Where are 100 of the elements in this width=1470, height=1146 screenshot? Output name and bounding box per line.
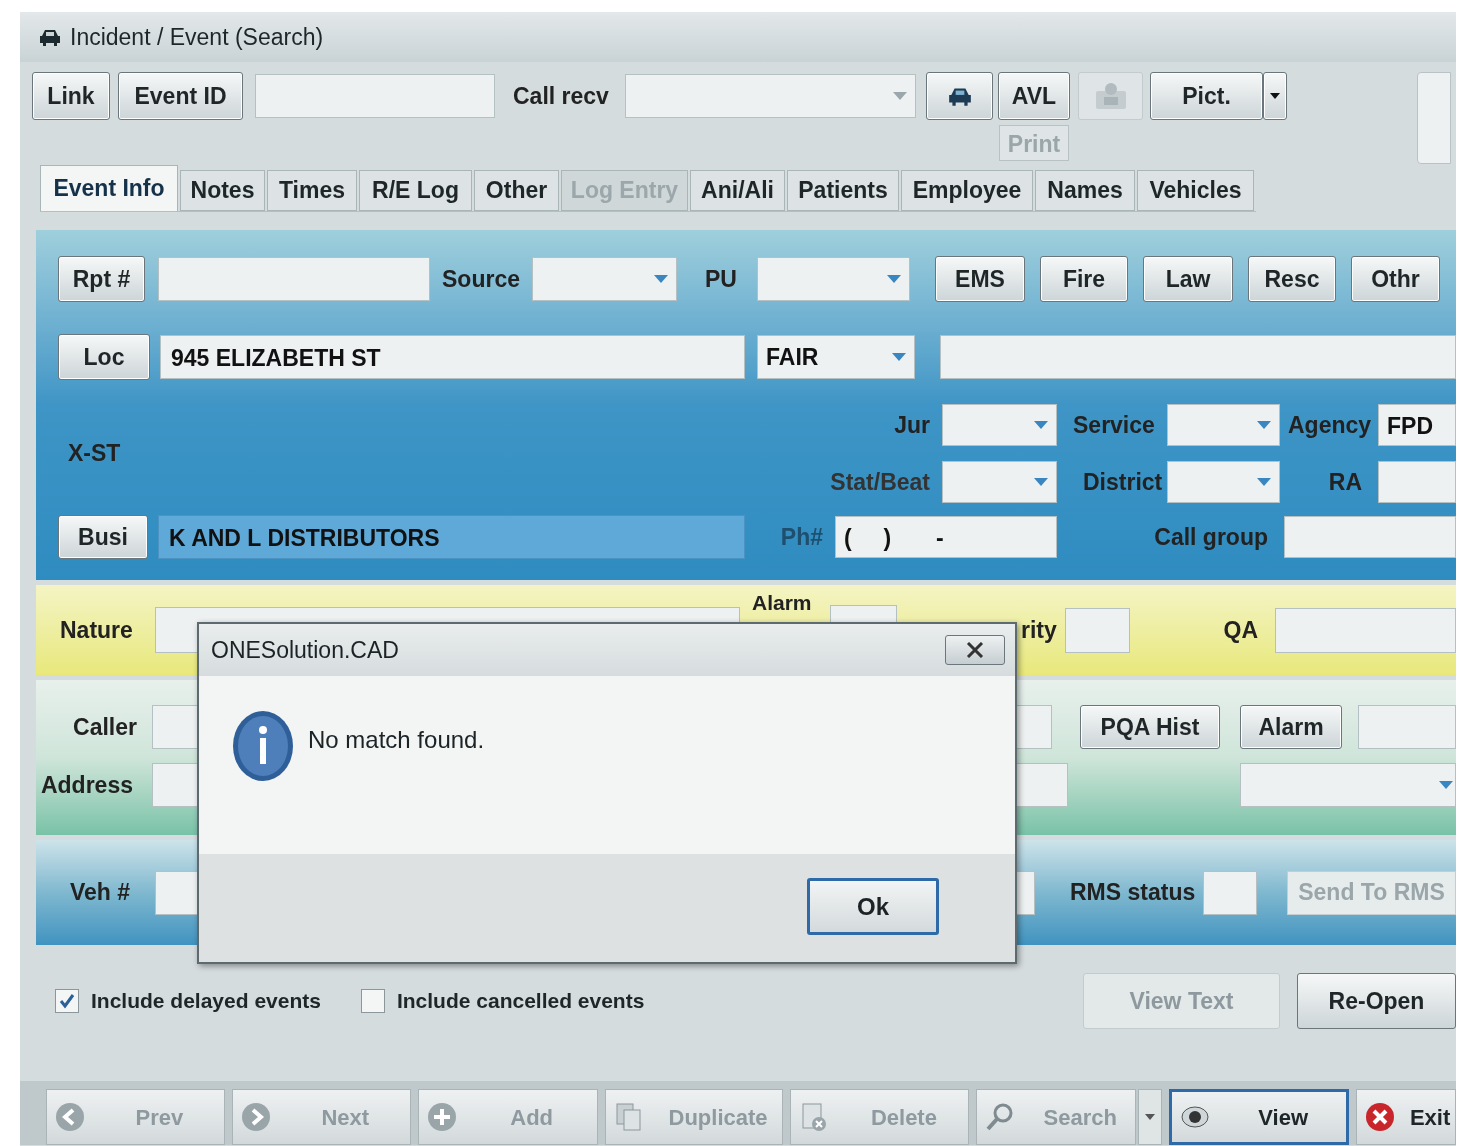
service-button[interactable]: Law bbox=[1143, 256, 1233, 302]
picture-menu-button[interactable] bbox=[1263, 72, 1287, 120]
caret-icon bbox=[1145, 1114, 1156, 1120]
caller-extra-field[interactable] bbox=[1358, 705, 1456, 749]
dialog-title: ONESolution.CAD bbox=[211, 635, 399, 665]
add-icon bbox=[426, 1102, 457, 1132]
service-label: Service bbox=[1073, 410, 1156, 440]
qa-label: QA bbox=[1222, 615, 1259, 645]
caret-icon bbox=[654, 275, 668, 283]
duplicate-icon bbox=[613, 1102, 644, 1132]
service-button[interactable]: Resc bbox=[1248, 256, 1336, 302]
agency-field[interactable]: FPD bbox=[1378, 404, 1456, 446]
tab[interactable]: Names bbox=[1035, 170, 1135, 211]
tab[interactable]: Event Info bbox=[40, 165, 178, 211]
phone-field[interactable]: ( ) - bbox=[835, 516, 1057, 558]
caret-icon bbox=[892, 353, 906, 361]
link-button[interactable]: Link bbox=[32, 72, 110, 120]
tab[interactable]: Ani/Ali bbox=[690, 170, 785, 211]
prev-icon bbox=[55, 1102, 85, 1132]
ra-field[interactable] bbox=[1378, 461, 1456, 503]
tab[interactable]: R/E Log bbox=[359, 170, 472, 211]
address-dropdown[interactable] bbox=[1240, 763, 1456, 807]
priority-field[interactable] bbox=[1065, 607, 1130, 653]
station-beat-label: Stat/Beat bbox=[829, 467, 931, 497]
district-label: District bbox=[1082, 467, 1164, 497]
location-field[interactable]: 945 ELIZABETH ST bbox=[160, 335, 745, 379]
tab[interactable]: Employee bbox=[901, 170, 1033, 211]
service-dropdown[interactable] bbox=[1167, 404, 1280, 446]
report-number-field[interactable] bbox=[158, 257, 430, 301]
station-beat-dropdown[interactable] bbox=[942, 461, 1057, 503]
caret-icon bbox=[1034, 421, 1048, 429]
alarm-label: Alarm bbox=[752, 591, 813, 615]
caret-icon bbox=[1257, 478, 1271, 486]
caret-icon bbox=[1257, 421, 1271, 429]
pu-label: PU bbox=[705, 264, 738, 294]
priority-label: rity bbox=[1021, 615, 1058, 645]
qa-field[interactable] bbox=[1275, 607, 1456, 653]
business-field[interactable]: K AND L DISTRIBUTORS bbox=[158, 515, 745, 559]
rms-status-field[interactable] bbox=[1203, 870, 1257, 915]
action-button[interactable]: Re-Open bbox=[1297, 973, 1456, 1029]
ra-label: RA bbox=[1327, 467, 1363, 497]
next-icon bbox=[240, 1102, 271, 1132]
checkbox-label: Include delayed events bbox=[91, 988, 321, 1015]
location-extra-field[interactable] bbox=[940, 335, 1456, 379]
checkbox[interactable] bbox=[55, 989, 79, 1013]
tab[interactable]: Times bbox=[267, 170, 357, 211]
ok-button[interactable]: Ok bbox=[807, 878, 939, 935]
caret-icon bbox=[893, 92, 907, 100]
caret-icon bbox=[1439, 781, 1453, 789]
location-button[interactable]: Loc bbox=[58, 334, 150, 380]
business-button[interactable]: Busi bbox=[58, 515, 148, 559]
pqa-history-button[interactable]: PQA Hist bbox=[1080, 705, 1220, 749]
tab[interactable]: Notes bbox=[180, 170, 265, 211]
city-dropdown[interactable]: FAIR bbox=[757, 335, 915, 379]
jurisdiction-dropdown[interactable] bbox=[942, 404, 1057, 446]
phone-label: Ph# bbox=[779, 522, 824, 552]
event-id-field[interactable] bbox=[255, 74, 495, 118]
service-button[interactable]: EMS bbox=[935, 256, 1025, 302]
report-number-button[interactable]: Rpt # bbox=[58, 256, 145, 302]
close-icon bbox=[966, 642, 984, 658]
jurisdiction-label: Jur bbox=[893, 410, 931, 440]
person-card-icon bbox=[1093, 81, 1128, 111]
person-card-button[interactable] bbox=[1078, 72, 1143, 120]
window-title: Incident / Event (Search) bbox=[70, 22, 324, 52]
nav-button[interactable]: Exit bbox=[1356, 1089, 1456, 1145]
tab[interactable]: Patients bbox=[787, 170, 899, 211]
nav-button[interactable]: View bbox=[1169, 1089, 1350, 1145]
pu-dropdown[interactable] bbox=[757, 257, 910, 301]
event-id-button[interactable]: Event ID bbox=[118, 72, 243, 120]
alarm-button[interactable]: Alarm bbox=[1240, 705, 1342, 749]
checkbox-label: Include cancelled events bbox=[396, 988, 645, 1015]
call-group-label: Call group bbox=[1153, 522, 1269, 552]
address-label: Address bbox=[39, 770, 133, 800]
call-group-field[interactable] bbox=[1284, 516, 1456, 558]
picture-button[interactable]: Pict. bbox=[1150, 72, 1263, 120]
district-dropdown[interactable] bbox=[1167, 461, 1280, 503]
cross-street-label: X-ST bbox=[68, 439, 122, 469]
source-dropdown[interactable] bbox=[532, 257, 677, 301]
caret-icon bbox=[1034, 478, 1048, 486]
agency-label: Agency bbox=[1288, 410, 1373, 440]
exit-icon bbox=[1365, 1102, 1396, 1132]
service-button[interactable]: Fire bbox=[1040, 256, 1128, 302]
caret-icon bbox=[1270, 93, 1280, 99]
avl-button[interactable]: AVL bbox=[998, 72, 1070, 120]
search-menu-button[interactable] bbox=[1138, 1089, 1163, 1145]
service-button[interactable]: Othr bbox=[1351, 256, 1440, 302]
close-button[interactable] bbox=[945, 635, 1005, 665]
tab[interactable]: Other bbox=[474, 170, 559, 211]
info-icon bbox=[232, 710, 294, 782]
checkmark-icon bbox=[58, 992, 76, 1010]
call-received-dropdown[interactable] bbox=[625, 74, 916, 118]
dialog-message: No match found. bbox=[308, 725, 485, 755]
checkbox[interactable] bbox=[360, 989, 385, 1013]
call-received-label: Call recv bbox=[513, 82, 610, 111]
source-label: Source bbox=[442, 264, 521, 294]
tab[interactable]: Vehicles bbox=[1137, 170, 1254, 211]
vehicle-number-label: Veh # bbox=[70, 878, 132, 908]
rms-status-label: RMS status bbox=[1070, 878, 1197, 908]
caret-icon bbox=[887, 275, 901, 283]
car-icon-button[interactable] bbox=[926, 72, 993, 120]
